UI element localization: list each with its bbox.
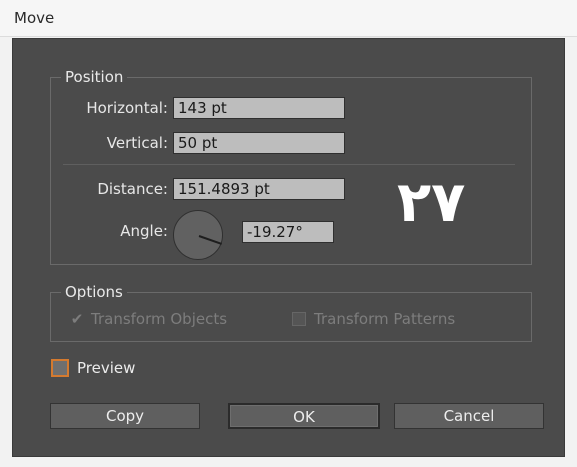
- transform-objects-label: Transform Objects: [91, 310, 228, 328]
- transform-patterns-option[interactable]: Transform Patterns: [292, 310, 455, 328]
- position-legend: Position: [61, 68, 128, 86]
- ok-button[interactable]: OK: [228, 403, 380, 429]
- horizontal-label: Horizontal:: [86, 99, 168, 117]
- vertical-field[interactable]: 50 pt: [173, 132, 345, 154]
- position-separator: [63, 164, 515, 165]
- preview-row[interactable]: Preview: [51, 359, 135, 377]
- angle-dial[interactable]: [173, 210, 223, 260]
- check-icon: ✔: [70, 310, 84, 328]
- transform-patterns-checkbox[interactable]: [292, 312, 306, 326]
- transform-objects-option[interactable]: ✔ Transform Objects: [69, 310, 227, 328]
- distance-label: Distance:: [97, 180, 168, 198]
- title-bar: Move: [0, 0, 577, 37]
- vertical-label: Vertical:: [106, 134, 168, 152]
- move-dialog: Position Horizontal: 143 pt Vertical: 50…: [12, 38, 565, 457]
- preview-checkbox[interactable]: [51, 359, 69, 377]
- transform-patterns-label: Transform Patterns: [314, 310, 456, 328]
- angle-dial-needle: [198, 235, 222, 245]
- move-dialog-window: Move Position Horizontal: 143 pt Vertica…: [0, 0, 577, 467]
- window-title: Move: [14, 9, 55, 27]
- arabic-number-overlay: ٢٧: [397, 170, 466, 235]
- horizontal-field[interactable]: 143 pt: [173, 97, 345, 119]
- distance-field[interactable]: 151.4893 pt: [173, 178, 345, 200]
- options-legend: Options: [61, 283, 127, 301]
- copy-button[interactable]: Copy: [50, 403, 200, 429]
- angle-label: Angle:: [120, 222, 168, 240]
- angle-field[interactable]: -19.27°: [242, 221, 334, 243]
- preview-label: Preview: [77, 359, 136, 377]
- screen: Move Position Horizontal: 143 pt Vertica…: [0, 0, 577, 467]
- cancel-button[interactable]: Cancel: [394, 403, 544, 429]
